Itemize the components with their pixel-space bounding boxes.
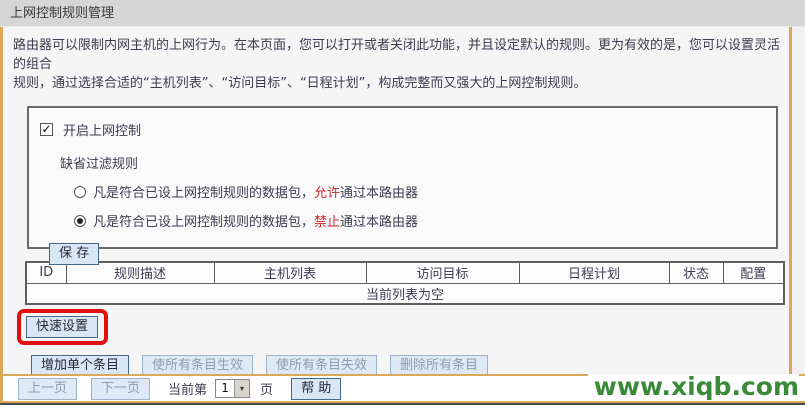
rules-table: ID 规则描述 主机列表 访问目标 日程计划 状态 配置 当前列表为空 [25, 261, 785, 305]
save-button[interactable]: 保 存 [49, 243, 99, 265]
deny-rule-label: 凡是符合已设上网控制规则的数据包，禁止通过本路由器 [93, 211, 418, 230]
current-page-prefix: 当前第 [168, 379, 207, 398]
chevron-down-icon[interactable]: ▾ [234, 380, 249, 397]
deny-rule-prefix: 凡是符合已设上网控制规则的数据包， [93, 215, 314, 230]
enable-control-checkbox[interactable]: ✓ [40, 123, 53, 136]
deny-rule-highlight: 禁止 [314, 215, 340, 230]
enable-control-row: ✓ 开启上网控制 [39, 120, 776, 139]
page-select-value: 1 [216, 380, 234, 397]
col-header-config: 配置 [723, 262, 784, 283]
description-line-2: 规则，通过选择合适的“主机列表”、“访问目标”、“日程计划”，构成完整而又强大的… [13, 74, 789, 93]
pagination-bar: 上一页 下一页 当前第 1 ▾ 页 帮 助 www.xiqb.com [0, 374, 805, 403]
current-page-suffix: 页 [260, 379, 273, 398]
quick-setup-annotation: 快速设置 [17, 309, 108, 345]
allow-rule-suffix: 通过本路由器 [340, 186, 418, 201]
allow-rule-label: 凡是符合已设上网控制规则的数据包，允许通过本路由器 [93, 182, 418, 201]
quick-setup-button[interactable]: 快速设置 [26, 316, 98, 338]
description-text: 路由器可以限制内网主机的上网行为。在本页面，您可以打开或者关闭此功能，并且设定默… [3, 36, 789, 93]
allow-rule-highlight: 允许 [314, 186, 340, 201]
prev-page-button[interactable]: 上一页 [18, 378, 77, 400]
allow-rule-prefix: 凡是符合已设上网控制规则的数据包， [93, 186, 314, 201]
page-title: 上网控制规则管理 [0, 0, 805, 27]
main-content: 路由器可以限制内网主机的上网行为。在本页面，您可以打开或者关闭此功能，并且设定默… [0, 27, 792, 374]
col-header-status: 状态 [669, 262, 723, 283]
page-select[interactable]: 1 ▾ [215, 379, 250, 398]
help-button[interactable]: 帮 助 [291, 378, 341, 400]
deny-rule-suffix: 通过本路由器 [340, 215, 418, 230]
empty-list-message: 当前列表为空 [26, 283, 784, 304]
allow-rule-radio[interactable] [74, 186, 86, 198]
rules-table-header-row: ID 规则描述 主机列表 访问目标 日程计划 状态 配置 [26, 262, 784, 283]
col-header-rule-desc: 规则描述 [66, 262, 214, 283]
col-header-schedule: 日程计划 [519, 262, 669, 283]
settings-groupbox: ✓ 开启上网控制 缺省过滤规则 凡是符合已设上网控制规则的数据包，允许通过本路由… [27, 106, 778, 249]
col-header-host-list: 主机列表 [214, 262, 366, 283]
description-line-1: 路由器可以限制内网主机的上网行为。在本页面，您可以打开或者关闭此功能，并且设定默… [13, 36, 789, 74]
col-header-target: 访问目标 [366, 262, 519, 283]
deny-rule-row: 凡是符合已设上网控制规则的数据包，禁止通过本路由器 [74, 211, 776, 230]
enable-control-label: 开启上网控制 [63, 120, 141, 139]
deny-rule-radio[interactable] [74, 215, 86, 227]
default-filter-rule-label: 缺省过滤规则 [60, 153, 776, 172]
rules-table-empty-row: 当前列表为空 [26, 283, 784, 304]
allow-rule-row: 凡是符合已设上网控制规则的数据包，允许通过本路由器 [74, 182, 776, 201]
col-header-id: ID [26, 262, 66, 283]
watermark-text: www.xiqb.com [588, 374, 799, 400]
router-admin-page: 上网控制规则管理 路由器可以限制内网主机的上网行为。在本页面，您可以打开或者关闭… [0, 0, 805, 403]
next-page-button[interactable]: 下一页 [91, 378, 150, 400]
